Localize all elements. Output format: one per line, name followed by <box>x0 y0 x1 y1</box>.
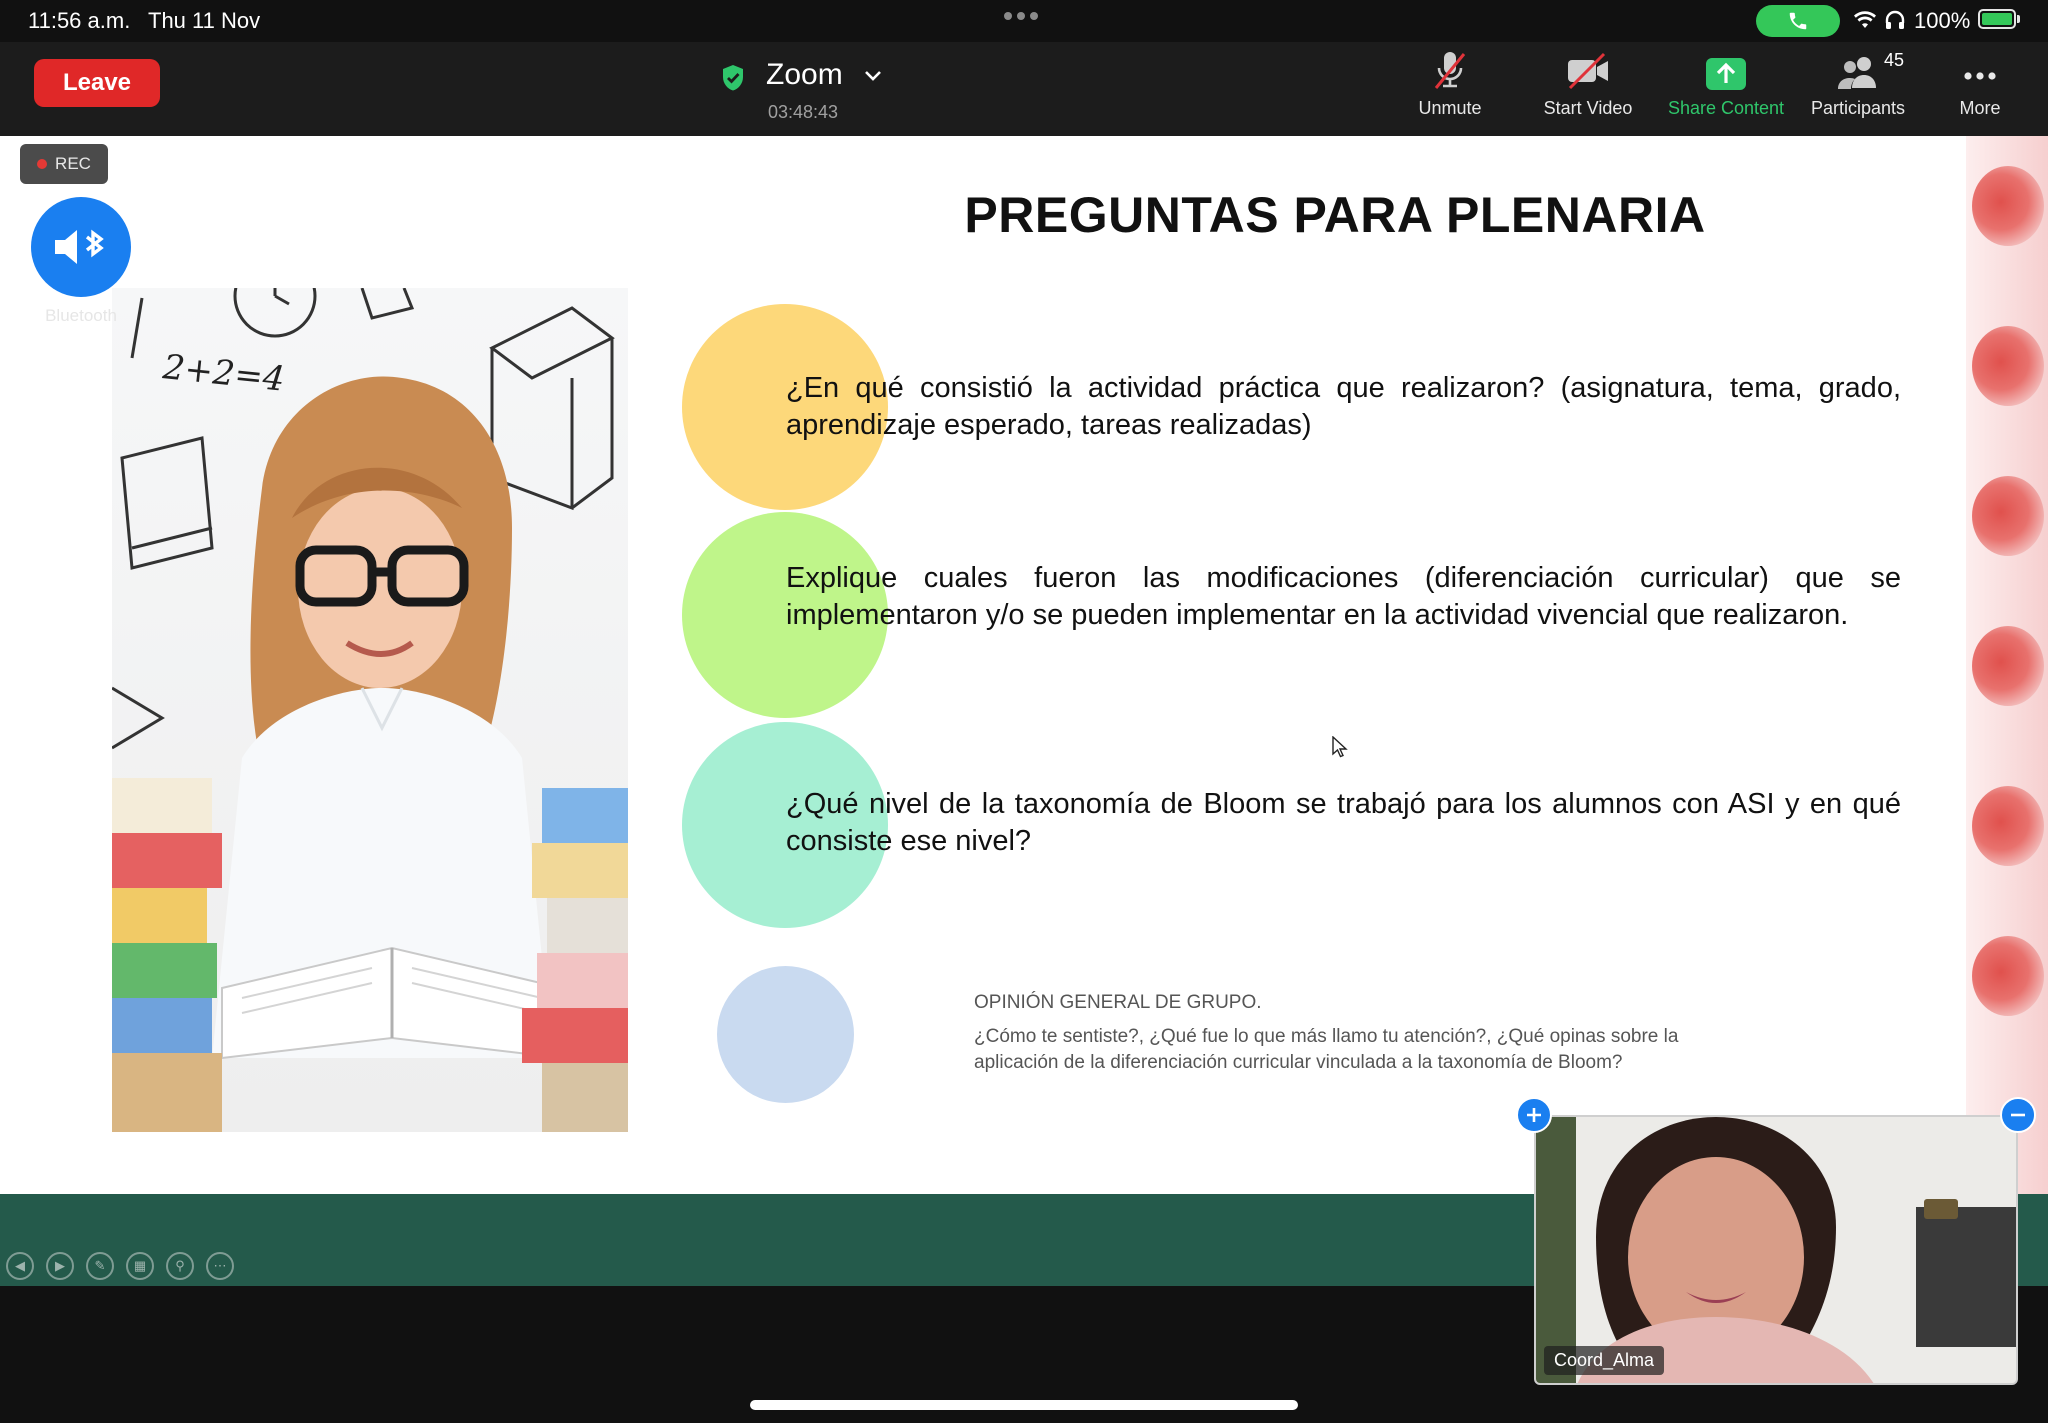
opinion-title: OPINIÓN GENERAL DE GRUPO. <box>974 992 1262 1013</box>
headphones-icon <box>1885 10 1905 29</box>
slides-grid-icon[interactable]: ▦ <box>126 1252 154 1280</box>
slideshow-controls: ◀ ▶ ✎ ▦ ⚲ ⋯ <box>6 1252 234 1280</box>
pen-icon[interactable]: ✎ <box>86 1252 114 1280</box>
unmute-button[interactable]: Unmute <box>1406 48 1494 132</box>
battery-icon <box>1978 9 2016 29</box>
bluetooth-audio-button[interactable] <box>31 197 131 297</box>
meeting-info[interactable]: Zoom 03:48:43 <box>720 56 890 126</box>
participants-icon <box>1838 57 1876 89</box>
question-3-text: ¿Qué nivel de la taxonomía de Bloom se t… <box>786 788 1901 857</box>
muted-microphone-icon <box>1434 52 1466 89</box>
status-date: Thu 11 Nov <box>148 8 261 33</box>
bluetooth-speaker-icon <box>55 229 104 264</box>
more-button[interactable]: More <box>1944 48 2016 132</box>
start-video-button[interactable]: Start Video <box>1530 48 1646 132</box>
deco-blob <box>1972 786 2044 866</box>
zoom-slide-icon[interactable]: ⚲ <box>166 1252 194 1280</box>
photo-caption: 2+2=4 <box>160 347 286 400</box>
meeting-timer: 03:48:43 <box>768 102 839 122</box>
deco-blob <box>1972 476 2044 556</box>
mouse-pointer-icon <box>1332 736 1348 758</box>
phone-call-icon[interactable] <box>1756 5 1840 37</box>
question-2-text: Explique cuales fueron las modificacione… <box>786 562 1901 631</box>
minimize-video-button[interactable] <box>2000 1097 2036 1133</box>
deco-blob <box>1972 166 2044 246</box>
chevron-down-icon[interactable] <box>864 70 882 82</box>
status-bar: 11:56 a.m. Thu 11 Nov 100% <box>0 0 2048 42</box>
shared-slide: PREGUNTAS PARA PLENARIA 2+2=4 ¿En qué co… <box>0 136 2048 1194</box>
question-1-text: ¿En qué consistió la actividad práctica … <box>786 372 1901 441</box>
recording-badge[interactable]: REC <box>20 144 108 184</box>
unmute-label: Unmute <box>1418 98 1482 118</box>
plus-icon <box>1527 1108 1541 1122</box>
multitasking-dots-icon[interactable] <box>1004 12 1038 20</box>
start-video-label: Start Video <box>1543 98 1633 118</box>
wifi-icon <box>1854 11 1876 28</box>
student-reading-photo: 2+2=4 <box>112 288 628 1132</box>
participant-name-label: Coord_Alma <box>1544 1346 1665 1375</box>
bluetooth-label: Bluetooth <box>45 306 117 325</box>
slide-title: PREGUNTAS PARA PLENARIA <box>964 187 1706 243</box>
more-label: More <box>1959 98 2001 118</box>
participants-count: 45 <box>1884 50 1905 70</box>
opinion-circle <box>717 966 854 1103</box>
battery-percent: 100% <box>1914 8 1971 33</box>
share-content-label: Share Content <box>1667 98 1785 118</box>
more-dots-icon <box>1964 72 1996 80</box>
participant-video-tile[interactable]: Coord_Alma <box>1534 1115 2018 1385</box>
security-shield-icon <box>723 65 743 91</box>
home-indicator[interactable] <box>750 1400 1298 1410</box>
participants-label: Participants <box>1810 98 1906 118</box>
more-options-icon[interactable]: ⋯ <box>206 1252 234 1280</box>
share-arrow-icon <box>1706 58 1746 90</box>
next-slide-icon[interactable]: ▶ <box>46 1252 74 1280</box>
share-content-button[interactable]: Share Content <box>1660 48 1792 132</box>
deco-blob <box>1972 626 2044 706</box>
opinion-body: ¿Cómo te sentiste?, ¿Qué fue lo que más … <box>974 1026 1679 1073</box>
deco-blob <box>1972 326 2044 406</box>
recording-dot-icon <box>37 159 48 169</box>
minus-icon <box>2011 1113 2025 1117</box>
deco-blob <box>1972 936 2044 1016</box>
status-time: 11:56 a.m. <box>28 8 131 33</box>
meeting-title: Zoom <box>766 58 843 91</box>
previous-slide-icon[interactable]: ◀ <box>6 1252 34 1280</box>
leave-button[interactable]: Leave <box>34 59 160 107</box>
expand-video-button[interactable] <box>1516 1097 1552 1133</box>
video-off-icon <box>1568 52 1608 90</box>
meeting-toolbar: Leave Zoom 03:48:43 Unmute Start Video S… <box>0 42 2048 136</box>
recording-label: REC <box>55 154 91 173</box>
